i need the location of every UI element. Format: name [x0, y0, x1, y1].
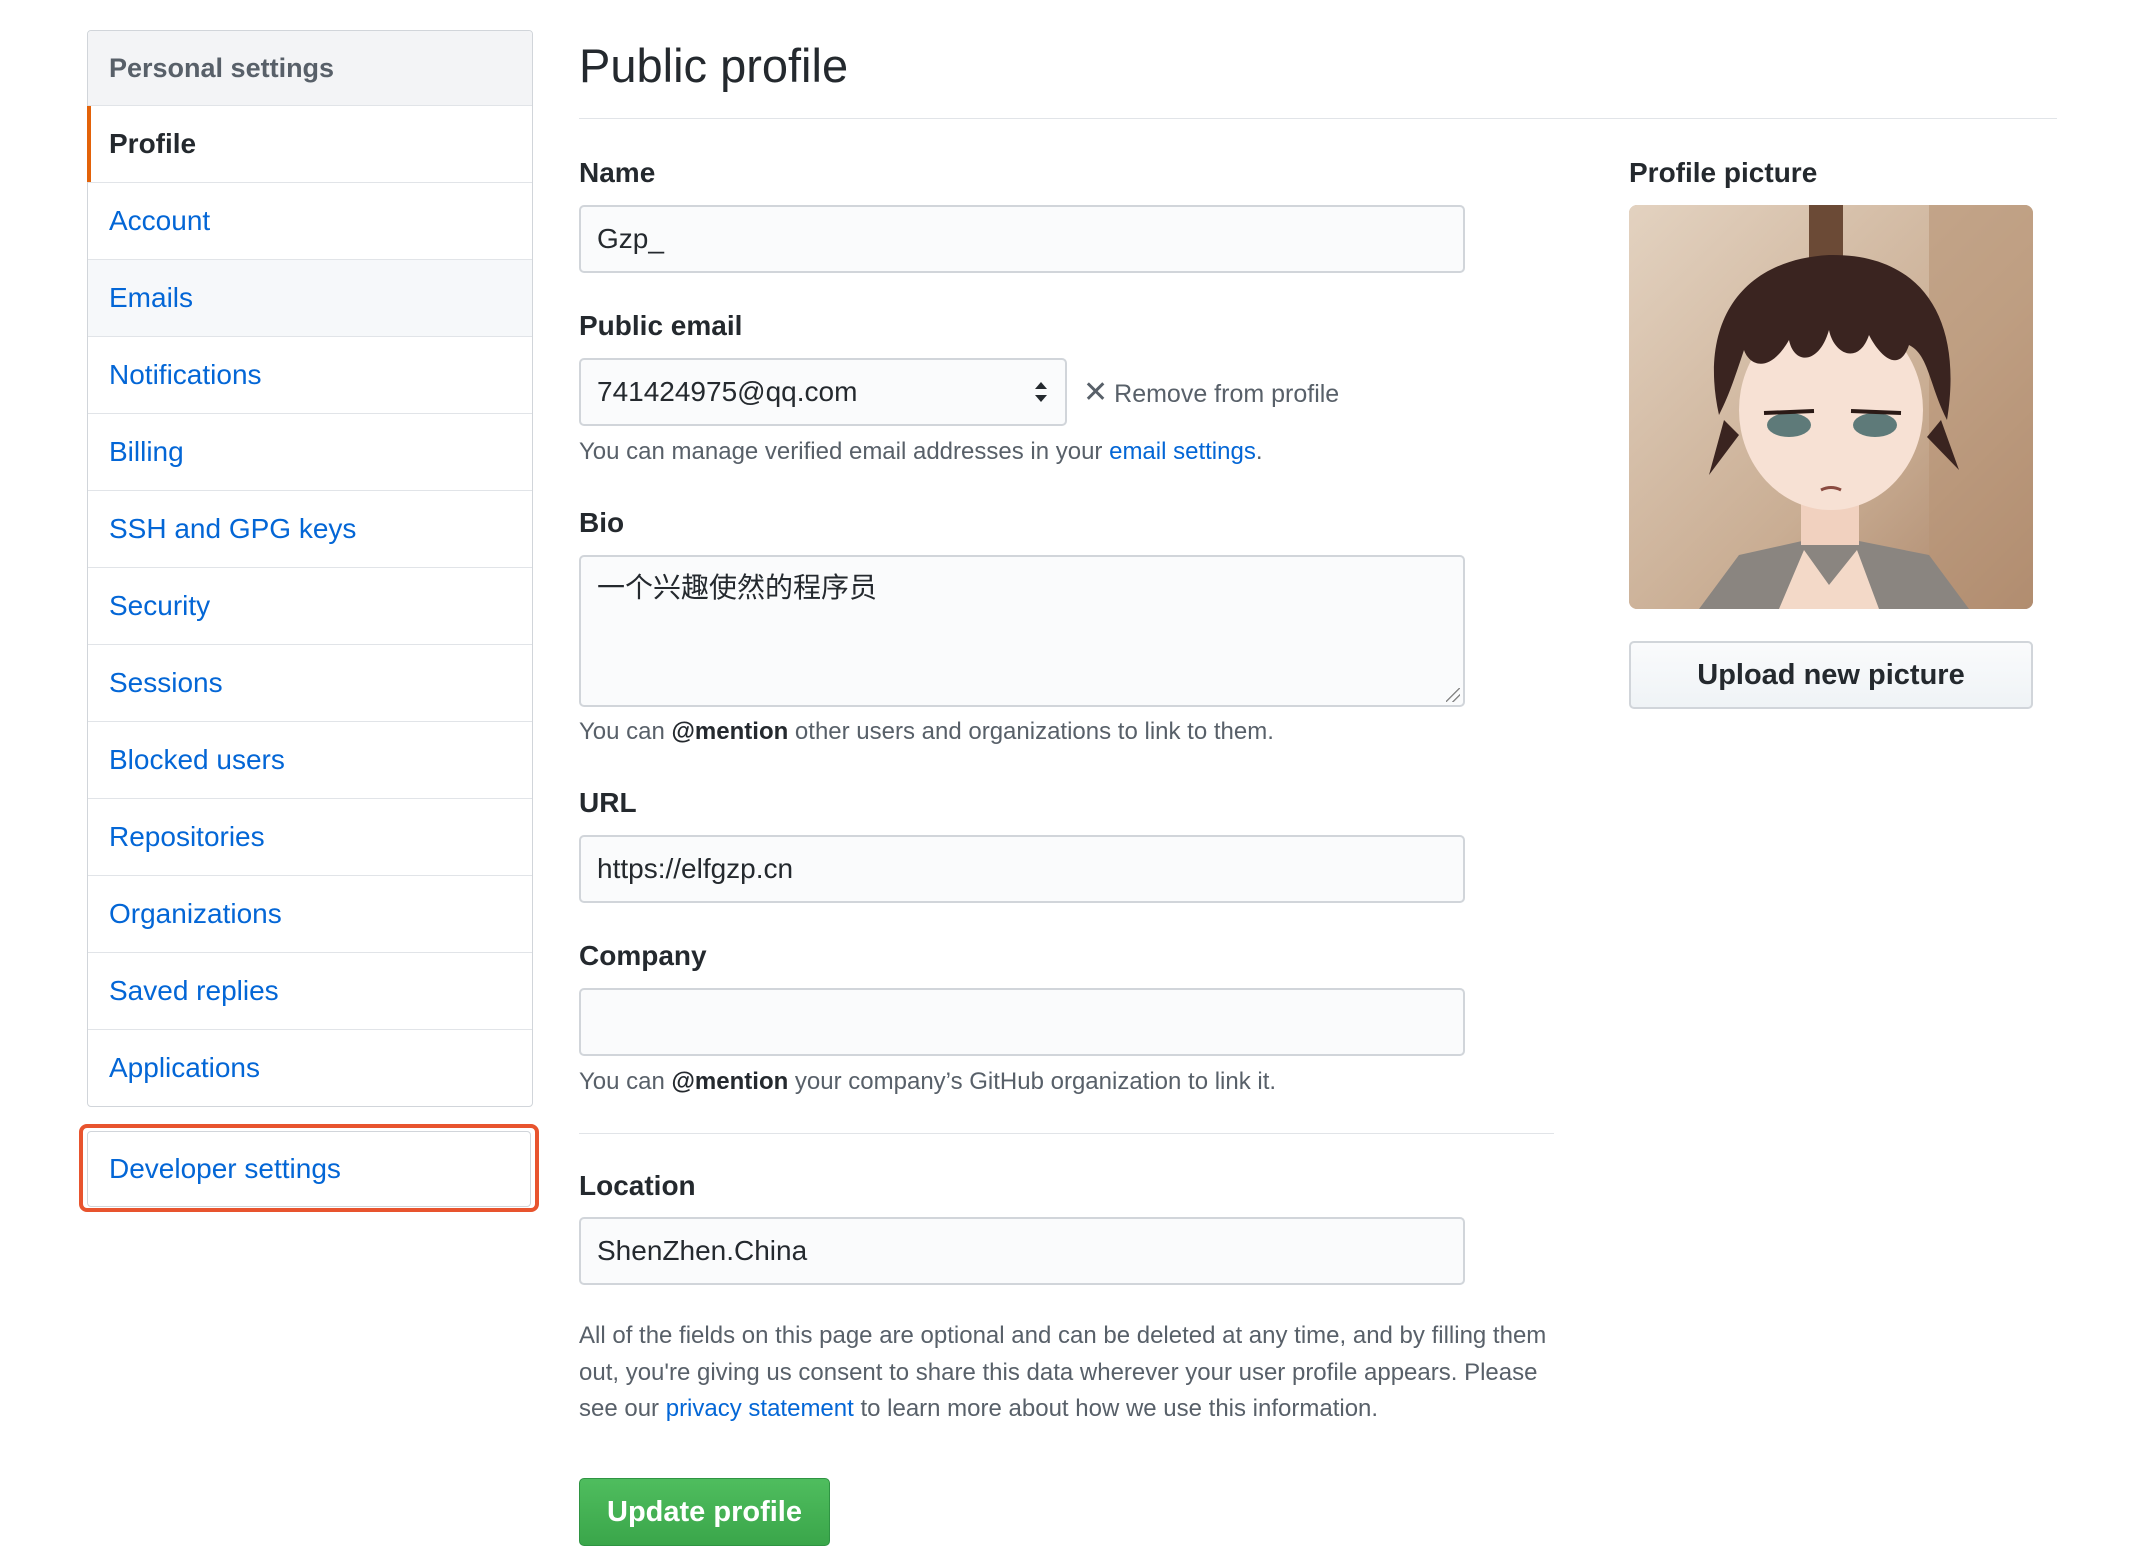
company-note-suffix: your company’s GitHub organization to li… [788, 1068, 1277, 1095]
remove-from-profile-label: Remove from profile [1114, 380, 1340, 408]
privacy-disclaimer: All of the fields on this page are optio… [579, 1318, 1569, 1428]
sidebar-header: Personal settings [88, 31, 532, 106]
disclaimer-suffix: to learn more about how we use this info… [853, 1395, 1379, 1422]
public-email-select[interactable]: 741424975@qq.com [579, 358, 1067, 426]
company-note-text: You can [579, 1068, 672, 1095]
page-title: Public profile [579, 39, 849, 92]
public-email-label: Public email [579, 310, 743, 341]
sidebar-item-ssh-gpg-keys[interactable]: SSH and GPG keys [88, 491, 532, 568]
privacy-statement-link[interactable]: privacy statement [666, 1395, 854, 1422]
sidebar-item-account[interactable]: Account [88, 183, 532, 260]
bio-note-suffix: other users and organizations to link to… [788, 718, 1274, 745]
bio-value: 一个兴趣使然的程序员 [597, 572, 878, 603]
company-note-mention: @mention [671, 1068, 789, 1095]
sidebar-item-profile[interactable]: Profile [87, 106, 532, 183]
profile-picture-label: Profile picture [1629, 157, 1818, 188]
bio-note-text: You can [579, 718, 672, 745]
sidebar-item-saved-replies[interactable]: Saved replies [88, 953, 532, 1030]
sidebar-item-emails[interactable]: Emails [88, 260, 532, 337]
bio-note-mention: @mention [671, 718, 789, 745]
sidebar-item-developer-settings[interactable]: Developer settings [87, 1131, 531, 1207]
settings-sidebar: Personal settings Profile Account Emails… [87, 30, 533, 1107]
sidebar-item-security[interactable]: Security [88, 568, 532, 645]
bio-label: Bio [579, 507, 625, 538]
location-input[interactable]: ShenZhen.China [579, 1217, 1465, 1285]
section-divider [579, 1133, 1554, 1134]
email-note-text: You can manage verified email addresses … [579, 438, 1110, 465]
avatar [1629, 205, 2033, 609]
sidebar-item-sessions[interactable]: Sessions [88, 645, 532, 722]
close-icon: ✕ [1083, 376, 1109, 409]
bio-note: You can @mention other users and organiz… [579, 718, 1274, 746]
sidebar-item-billing[interactable]: Billing [88, 414, 532, 491]
resize-grip-icon[interactable] [1446, 688, 1460, 702]
company-note: You can @mention your company’s GitHub o… [579, 1068, 1276, 1096]
sidebar-item-organizations[interactable]: Organizations [88, 876, 532, 953]
sidebar-item-applications[interactable]: Applications [88, 1030, 532, 1106]
name-input[interactable]: Gzp_ [579, 205, 1465, 273]
company-label: Company [579, 940, 707, 971]
title-divider [579, 118, 2057, 119]
avatar-image [1629, 205, 2033, 609]
url-label: URL [579, 787, 637, 818]
remove-from-profile-button[interactable]: ✕ Remove from profile [1083, 375, 1339, 410]
sidebar-item-notifications[interactable]: Notifications [88, 337, 532, 414]
upload-new-picture-button[interactable]: Upload new picture [1629, 641, 2033, 709]
email-settings-link[interactable]: email settings [1109, 438, 1256, 465]
url-input[interactable]: https://elfgzp.cn [579, 835, 1465, 903]
name-label: Name [579, 157, 656, 188]
email-note: You can manage verified email addresses … [579, 438, 1263, 466]
email-note-suffix: . [1255, 438, 1263, 465]
sidebar-item-blocked-users[interactable]: Blocked users [88, 722, 532, 799]
company-input[interactable] [579, 988, 1465, 1056]
location-label: Location [579, 1170, 696, 1201]
sidebar-item-repositories[interactable]: Repositories [88, 799, 532, 876]
update-profile-button[interactable]: Update profile [579, 1478, 830, 1546]
select-arrows-icon [1035, 382, 1047, 402]
bio-textarea[interactable]: 一个兴趣使然的程序员 [579, 555, 1465, 707]
public-email-value: 741424975@qq.com [597, 376, 858, 407]
